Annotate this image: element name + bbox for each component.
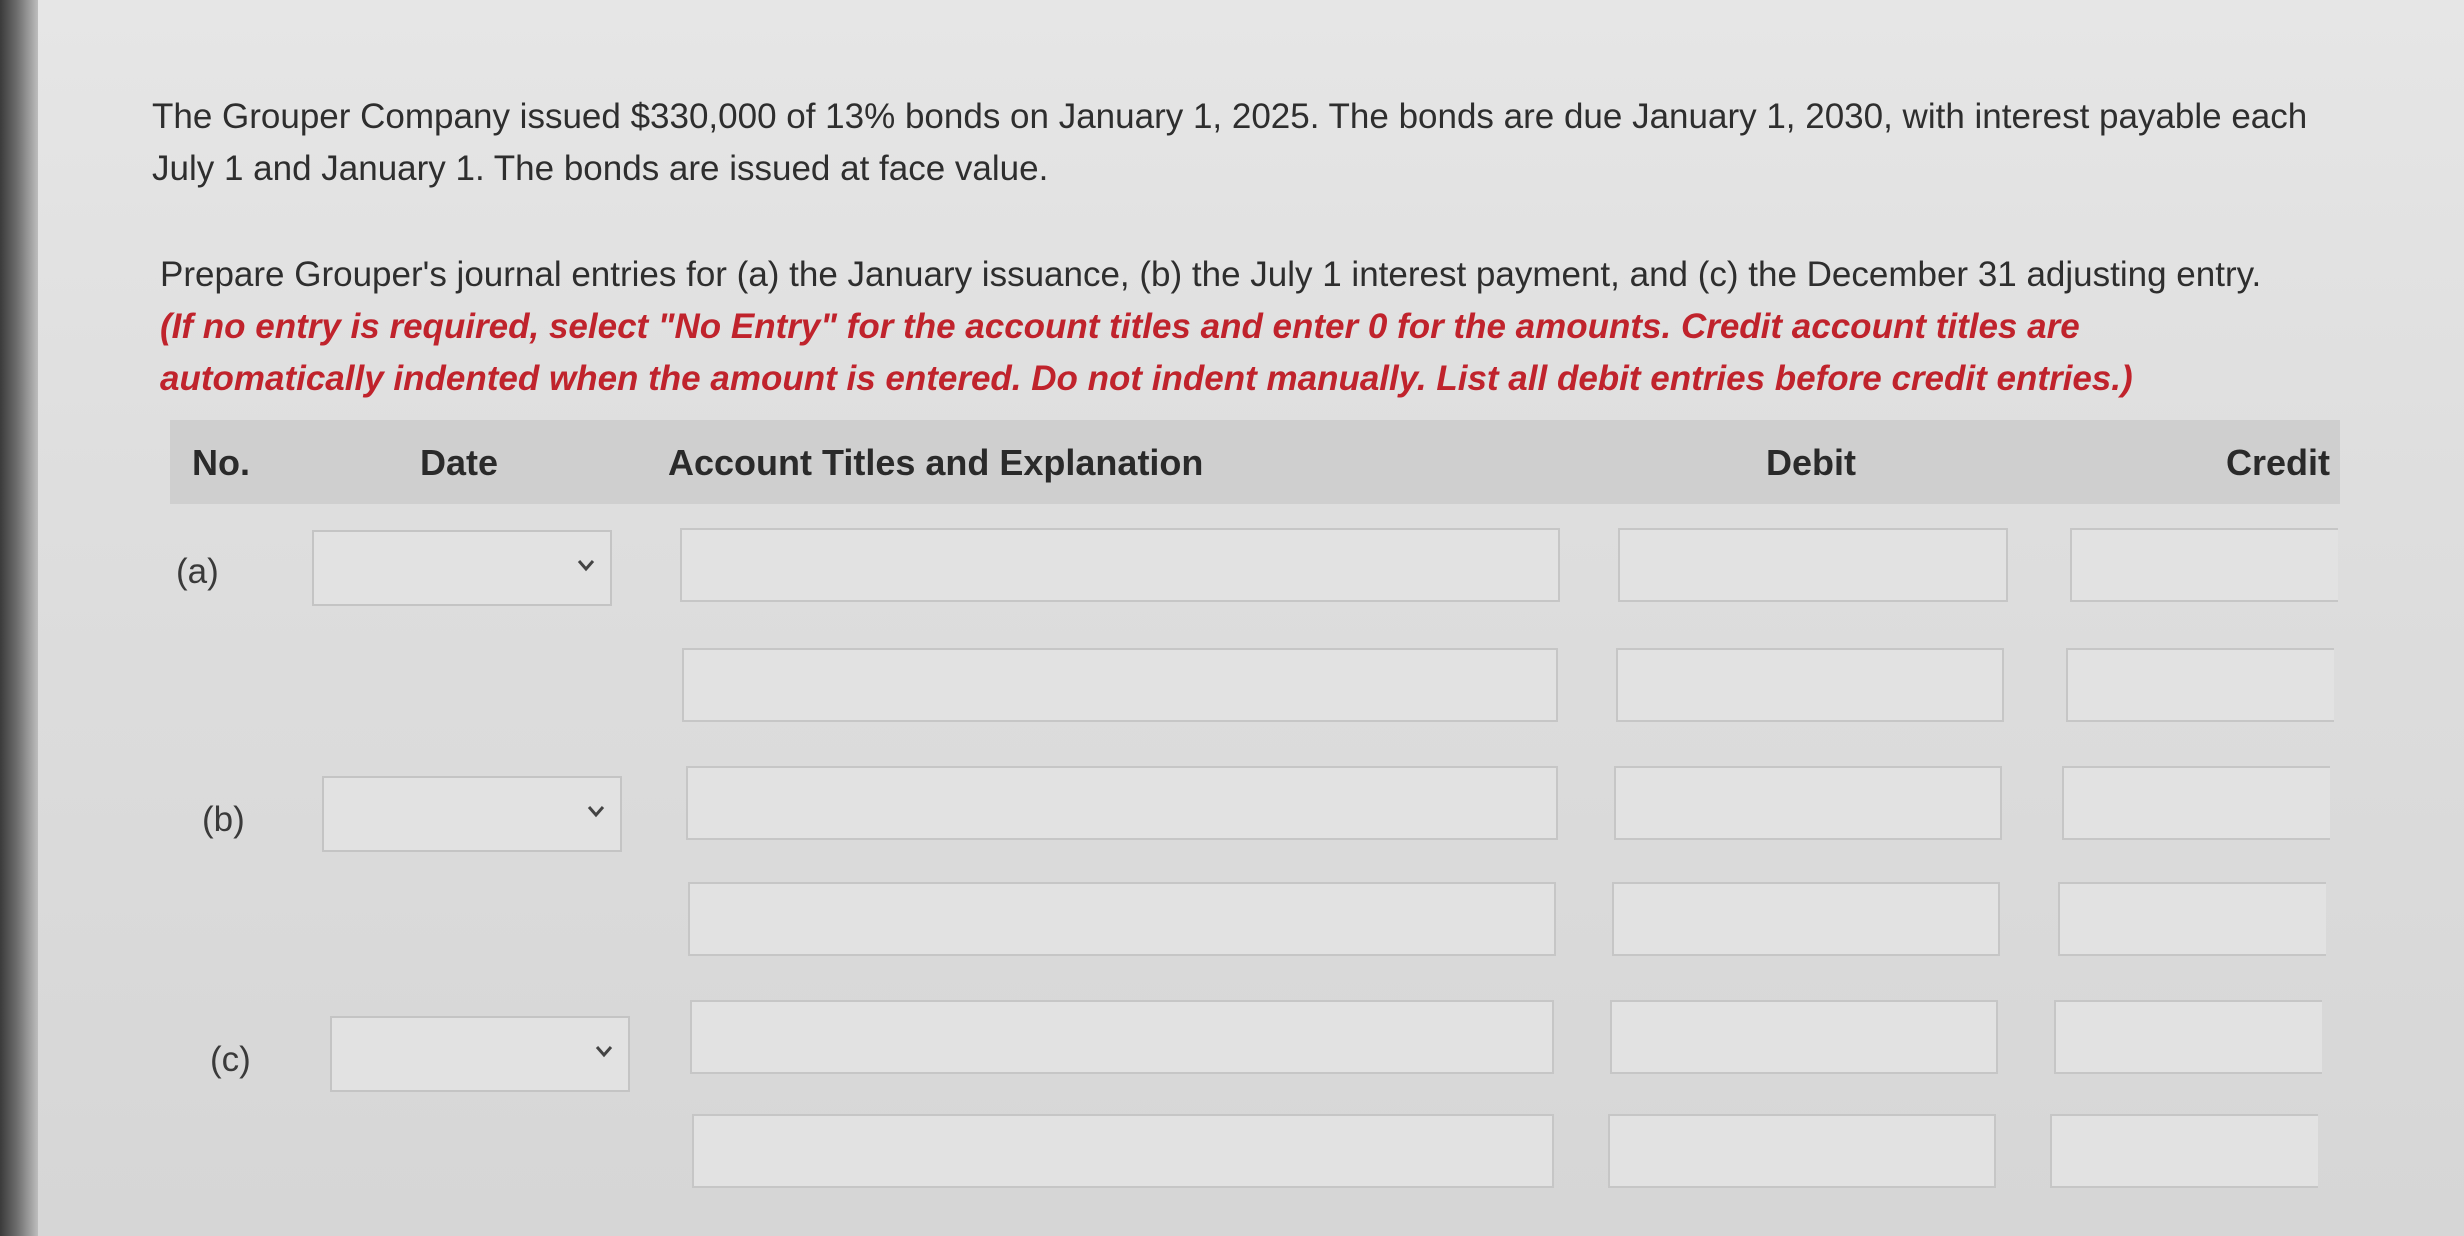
date-select-a[interactable] [312,530,612,606]
instructions-prompt: Prepare Grouper's journal entries for (a… [160,255,2262,294]
date-select-c[interactable] [330,1016,630,1092]
header-debit: Debit [1766,442,1856,483]
date-select-b[interactable] [322,776,622,852]
account-title-input[interactable] [690,1000,1554,1074]
credit-input[interactable] [2062,766,2330,840]
entry-label-b: (b) [202,800,245,839]
chevron-down-icon [595,1046,613,1058]
account-title-input[interactable] [686,766,1558,840]
header-account-titles: Account Titles and Explanation [668,442,1204,483]
credit-input[interactable] [2058,882,2326,956]
instructions: Prepare Grouper's journal entries for (a… [160,249,2300,405]
credit-input[interactable] [2050,1114,2318,1188]
account-title-input[interactable] [682,648,1558,722]
debit-input[interactable] [1612,882,2000,956]
debit-input[interactable] [1614,766,2002,840]
credit-input[interactable] [2054,1000,2322,1074]
debit-input[interactable] [1608,1114,1996,1188]
page: The Grouper Company issued $330,000 of 1… [0,0,2464,1236]
account-title-input[interactable] [688,882,1556,956]
debit-input[interactable] [1616,648,2004,722]
debit-input[interactable] [1618,528,2008,602]
debit-input[interactable] [1610,1000,1998,1074]
header-credit: Credit [2225,442,2330,483]
instructions-note: (If no entry is required, select "No Ent… [160,307,2133,398]
entry-label-c: (c) [210,1040,251,1079]
account-title-input[interactable] [692,1114,1554,1188]
header-date: Date [420,442,499,483]
chevron-down-icon [577,560,595,572]
monitor-bezel [0,0,38,1236]
chevron-down-icon [587,806,605,818]
credit-input[interactable] [2070,528,2338,602]
header-no: No. [192,442,250,483]
problem-statement: The Grouper Company issued $330,000 of 1… [152,97,2308,188]
credit-input[interactable] [2066,648,2334,722]
entry-label-a: (a) [176,552,219,591]
account-title-input[interactable] [680,528,1560,602]
journal-table-header: No. Date Account Titles and Explanation … [170,420,2340,504]
